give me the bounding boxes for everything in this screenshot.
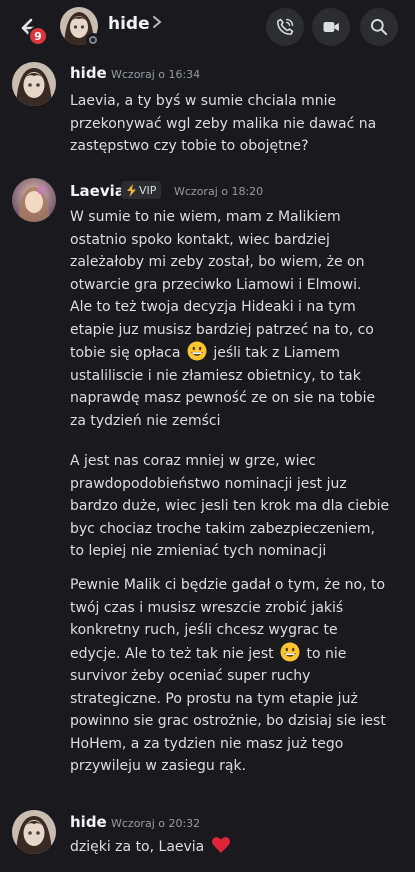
channel-header: 9 hide (0, 0, 415, 56)
channel-title[interactable]: hide (108, 14, 150, 34)
phone-icon (277, 18, 294, 35)
message-line: bardzo duże, wiec jesli ten krok ma dla … (70, 498, 390, 514)
message-line: A jest nas coraz mniej w grze, wiec (70, 453, 316, 469)
author-avatar[interactable] (12, 810, 56, 854)
message-line: Pewnie Malik ci będzie gadał o tym, że n… (70, 577, 386, 593)
message-author[interactable]: hide (70, 64, 107, 82)
message-line: byc chociaz troche takim zabezpieczeniem… (70, 520, 375, 537)
message-text: edycje. Ale to też tak nie jest (70, 645, 274, 662)
offline-status-icon (86, 33, 100, 47)
search-icon (371, 19, 388, 36)
message-line: konkretny ruch, jeśli chcesz wygrac te (70, 622, 338, 638)
message-line: Laevia, a ty byś w sumie chciala mnie (70, 93, 337, 109)
message-line: prawdopodobieństwo nominacji jest juz (70, 475, 347, 492)
message-line: tobie się opłaca jeśli tak z Liamem (70, 341, 375, 365)
chevron-right-icon[interactable] (152, 13, 162, 36)
message-text: tobie się opłaca (70, 345, 181, 361)
message-line: naprawdę masz pewność ze on sie na tobie (70, 390, 376, 406)
grinning-face-emoji (280, 642, 300, 661)
voice-call-button[interactable] (266, 8, 304, 46)
message-line: przekonywać wgl zeby malika nie dawać na (70, 115, 377, 132)
message-content: A jest nas coraz mniej w grze, wiec praw… (70, 450, 389, 563)
red-heart-emoji (211, 837, 230, 853)
message-timestamp: Wczoraj o 18:20 (174, 185, 264, 198)
message-line: etapie juz musisz bardziej patrzeć na to… (70, 321, 374, 338)
message-line: powinno sie grac ostrożnie, bo dzisiaj s… (70, 713, 386, 729)
message-line: to lepiej nie zmieniać tych nominacji (70, 543, 327, 559)
author-avatar[interactable] (12, 178, 56, 222)
search-button[interactable] (360, 8, 398, 46)
message-line: zależałoby mi zeby został, bo wiem, że o… (70, 254, 365, 270)
message-content: Pewnie Malik ci będzie gadał o tym, że n… (70, 574, 386, 778)
message-line: otwarcie gra przeciwko Liamowi i Elmowi. (70, 276, 362, 293)
grinning-face-emoji (187, 341, 207, 361)
vip-badge: VIP (121, 181, 162, 199)
message-text: jeśli tak z Liamem (213, 345, 340, 361)
message-timestamp: Wczoraj o 20:32 (111, 817, 201, 830)
message-line: HoHem, a za tydzien nie masz już tego (70, 735, 344, 752)
message-line: przywileju w zasiegu rąk. (70, 758, 247, 774)
message-author[interactable]: Laevia (70, 182, 125, 200)
message-line: strategiczne. Po prostu na tym etapie ju… (70, 690, 358, 707)
message-content: Laevia, a ty byś w sumie chciala mnie pr… (70, 90, 376, 158)
message-line: W sumie to nie wiem, mam z Malikiem (70, 209, 341, 225)
lightning-bolt-icon (127, 183, 136, 197)
video-camera-icon (323, 22, 339, 32)
message-line: Ale to też twoja decyzja Hideaki i na ty… (70, 299, 356, 315)
header-avatar[interactable] (60, 7, 100, 47)
message-content: W sumie to nie wiem, mam z Malikiem osta… (70, 206, 375, 432)
author-avatar[interactable] (12, 62, 56, 106)
message-line: edycje. Ale to też tak nie jest to nie (70, 642, 386, 666)
message-text: dzięki za to, Laevia (70, 839, 205, 855)
message-line: dzięki za to, Laevia (70, 835, 233, 859)
message-line: ostatnio spoko kontakt, wiec bardziej (70, 231, 330, 248)
message-author[interactable]: hide (70, 813, 107, 831)
unread-badge: 9 (28, 26, 48, 46)
message-line: ustaliliscie i nie złamiesz obietnicy, t… (70, 367, 361, 384)
vip-badge-label: VIP (139, 183, 157, 197)
message-text: to nie (306, 645, 347, 662)
message-line: za tydzień nie zemści (70, 412, 221, 429)
video-call-button[interactable] (312, 8, 350, 46)
message-timestamp: Wczoraj o 16:34 (111, 68, 201, 81)
message-content: dzięki za to, Laevia (70, 835, 233, 859)
message-line: zastępstwo czy tobie to obojętne? (70, 138, 309, 154)
message-line: survivor żeby oceniać super ruchy (70, 668, 311, 684)
message-line: twój czas i musisz wreszcie zrobić jakiś (70, 599, 344, 616)
